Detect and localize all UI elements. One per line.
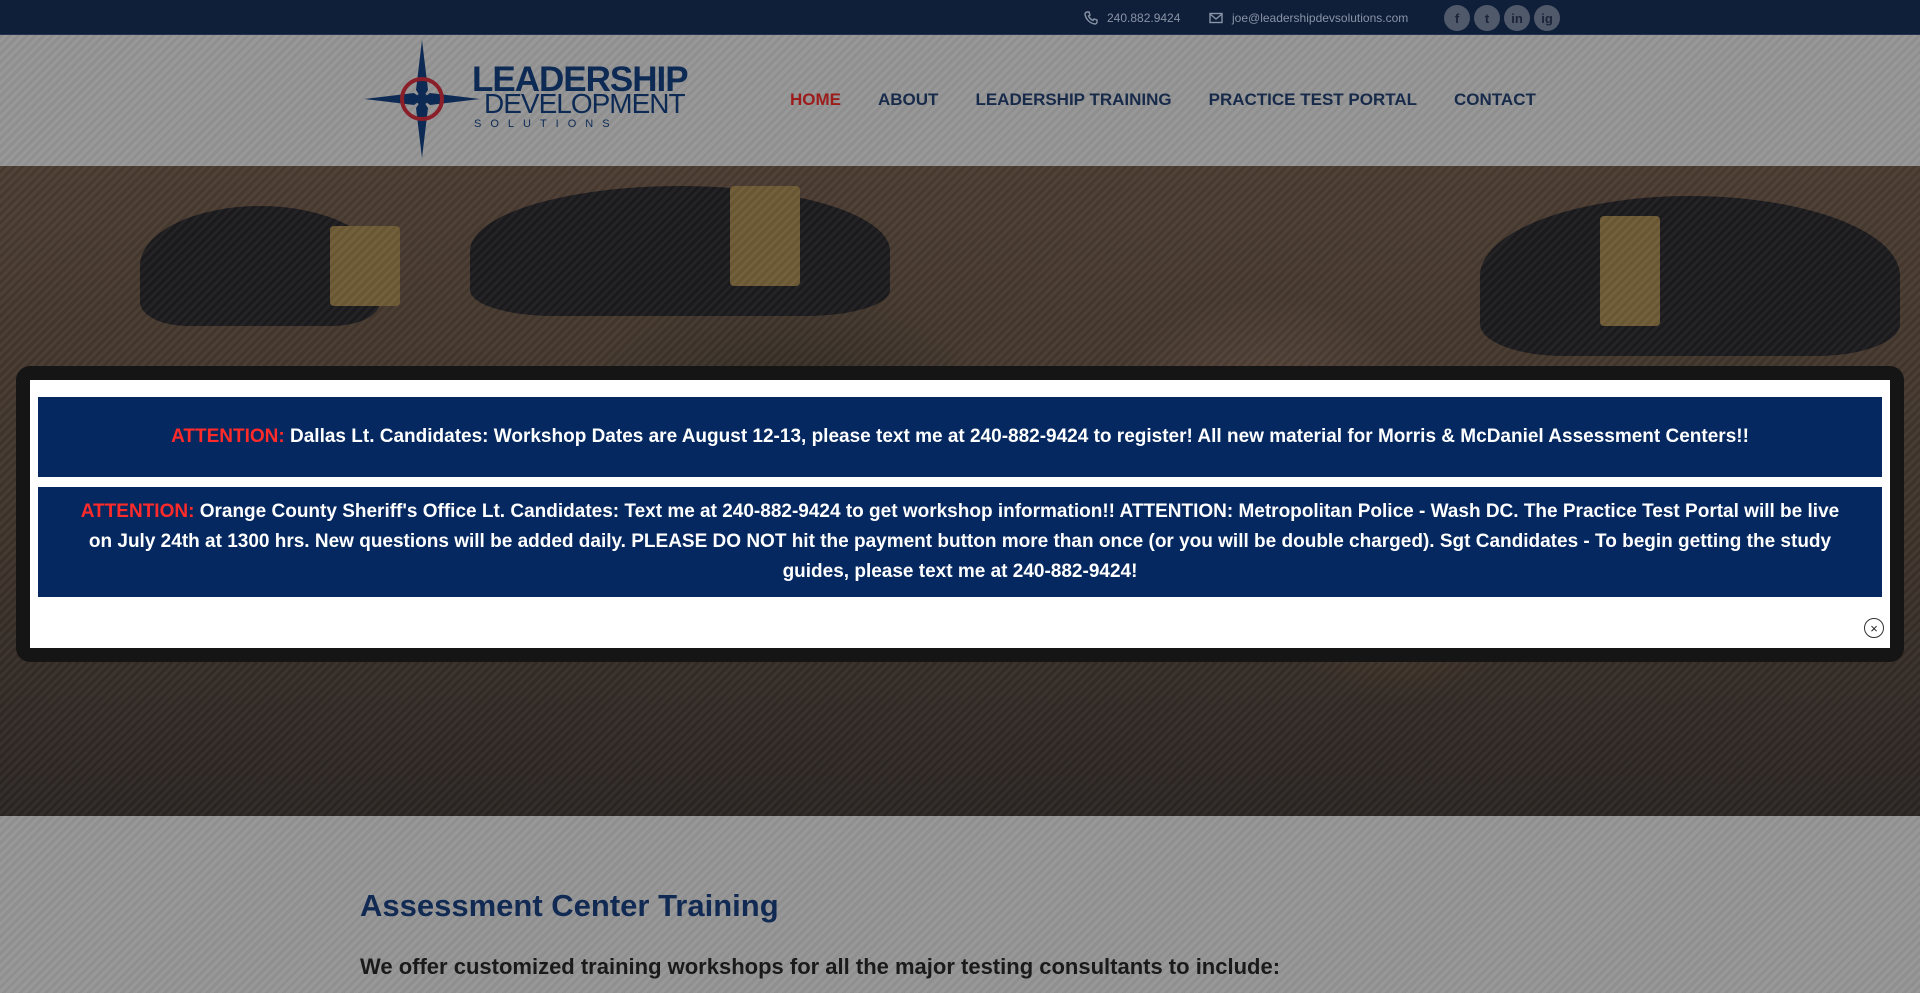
announcement-popup: ATTENTION: Dallas Lt. Candidates: Worksh…	[30, 380, 1890, 648]
close-button[interactable]: ×	[1864, 618, 1884, 638]
attention-label: ATTENTION:	[171, 426, 285, 447]
notice-banner-1: ATTENTION: Dallas Lt. Candidates: Worksh…	[38, 397, 1882, 477]
notice-text: Dallas Lt. Candidates: Workshop Dates ar…	[284, 426, 1749, 447]
notice-banner-2: ATTENTION: Orange County Sheriff's Offic…	[38, 487, 1882, 597]
attention-label: ATTENTION:	[80, 501, 195, 522]
notice-text: Orange County Sheriff's Office Lt. Candi…	[88, 501, 1840, 582]
